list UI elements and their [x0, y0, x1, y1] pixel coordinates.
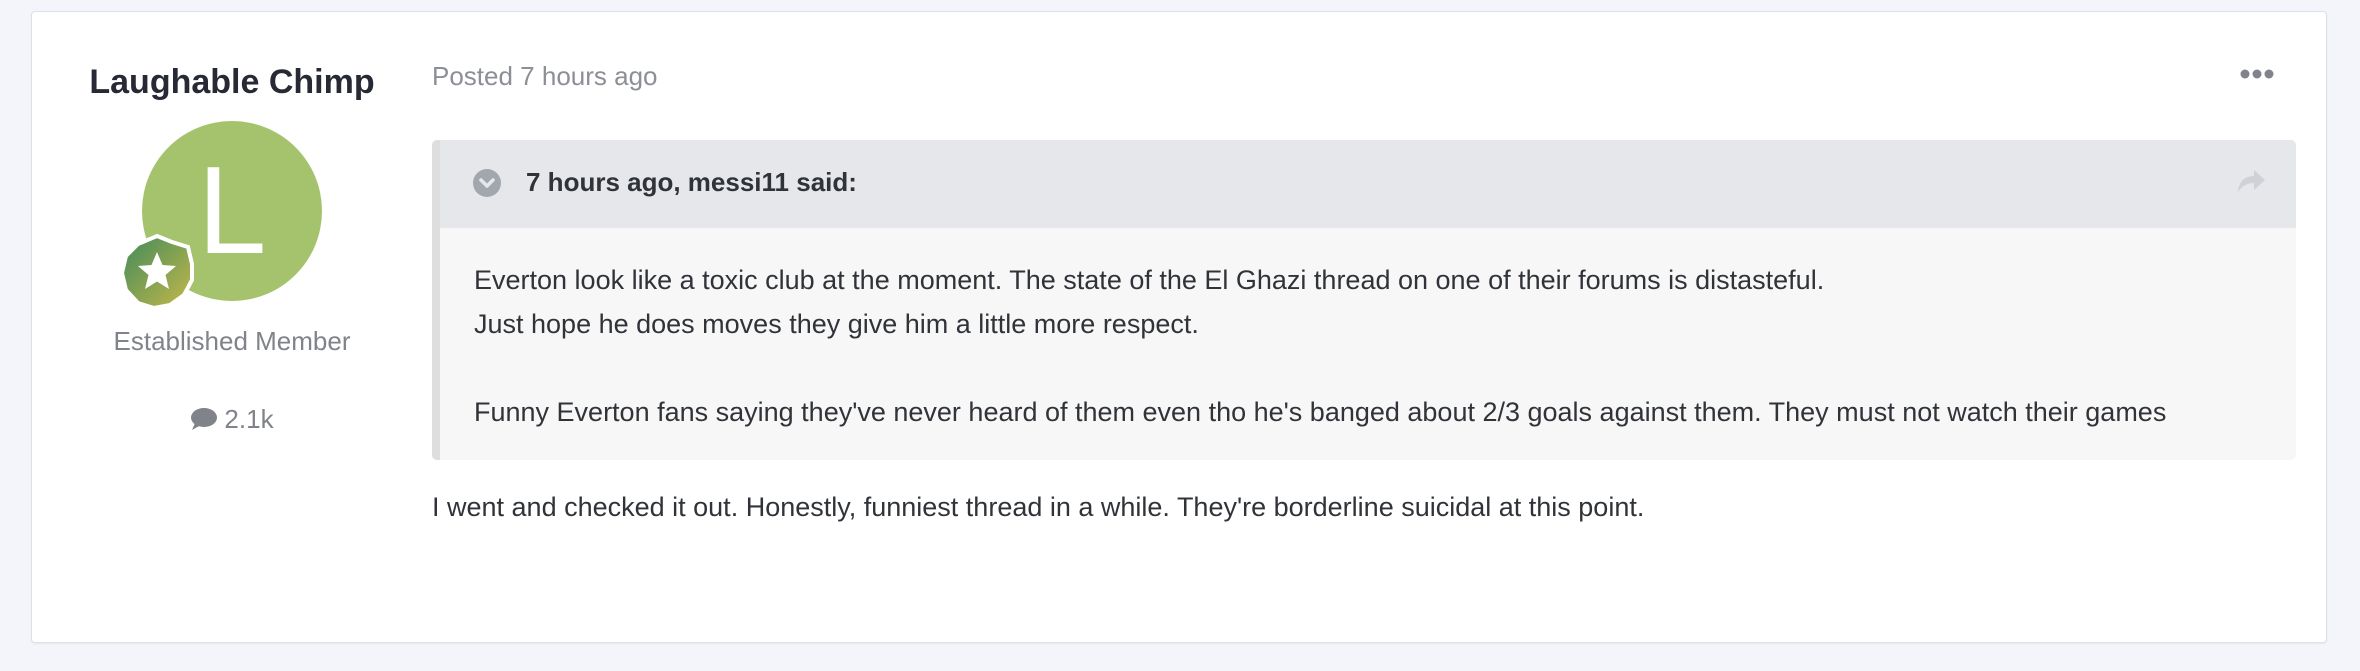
comment-icon — [191, 408, 218, 431]
quote-line: Everton look like a toxic club at the mo… — [474, 265, 1825, 295]
post-count[interactable]: 2.1k — [32, 402, 432, 436]
quote-header: 7 hours ago, messi11 said: — [440, 140, 2296, 228]
author-name[interactable]: Laughable Chimp — [32, 60, 432, 104]
member-rank-title: Established Member — [113, 326, 351, 356]
post-count-value: 2.1k — [224, 404, 274, 434]
quote-block: 7 hours ago, messi11 said: Everton look … — [432, 140, 2296, 460]
author-panel: Laughable Chimp L Established Member 2.1… — [32, 12, 432, 642]
quote-line: Just hope he does moves they give him a … — [474, 309, 1199, 339]
more-options-icon[interactable] — [2240, 64, 2274, 84]
quote-content: Everton look like a toxic club at the mo… — [474, 258, 2266, 434]
quote-toggle-button[interactable] — [473, 169, 501, 197]
forum-post: Laughable Chimp L Established Member 2.1… — [31, 11, 2327, 643]
star-badge-icon — [119, 233, 194, 311]
post-timestamp[interactable]: Posted 7 hours ago — [432, 59, 658, 93]
post-body-text: I went and checked it out. Honestly, fun… — [432, 492, 1645, 522]
quote-line: Funny Everton fans saying they've never … — [474, 397, 2167, 427]
share-arrow-icon[interactable] — [2236, 168, 2266, 194]
quote-citation: 7 hours ago, messi11 said: — [526, 167, 857, 197]
chevron-down-icon — [479, 178, 495, 188]
